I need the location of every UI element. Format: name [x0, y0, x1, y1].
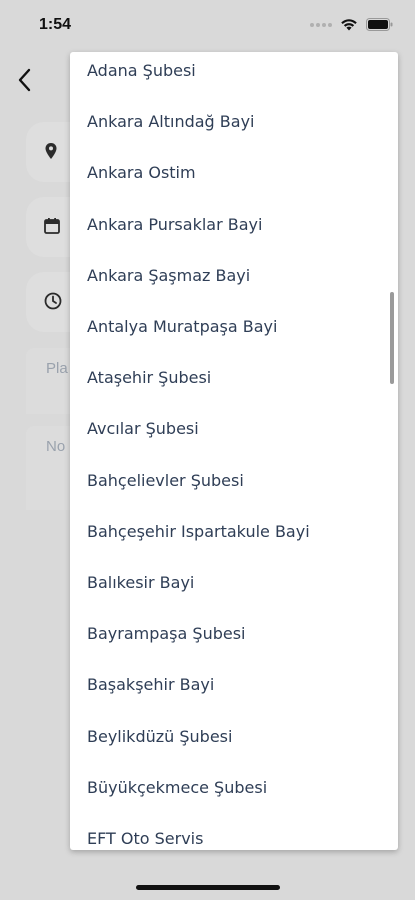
branch-option[interactable]: Bahçeşehir Ispartakule Bayi [70, 506, 398, 557]
branch-option[interactable]: Antalya Muratpaşa Bayi [70, 301, 398, 352]
branch-option[interactable]: Büyükçekmece Şubesi [70, 762, 398, 813]
branch-option[interactable]: Beylikdüzü Şubesi [70, 710, 398, 761]
branch-dropdown-menu[interactable]: Adana Şubesi Ankara Altındağ Bayi Ankara… [70, 52, 398, 850]
home-indicator [136, 885, 280, 890]
wifi-icon [340, 18, 358, 31]
branch-option[interactable]: Avcılar Şubesi [70, 403, 398, 454]
branch-list: Adana Şubesi Ankara Altındağ Bayi Ankara… [70, 52, 398, 850]
branch-option[interactable]: Ankara Ostim [70, 147, 398, 198]
branch-option[interactable]: Ankara Pursaklar Bayi [70, 199, 398, 250]
branch-option[interactable]: Başakşehir Bayi [70, 659, 398, 710]
branch-option[interactable]: Bahçelievler Şubesi [70, 455, 398, 506]
clock-icon [44, 292, 62, 315]
calendar-icon [44, 217, 60, 239]
branch-option[interactable]: Adana Şubesi [70, 52, 398, 96]
status-time: 1:54 [39, 16, 72, 33]
status-icons [310, 18, 393, 31]
chevron-left-icon[interactable] [14, 66, 36, 94]
branch-option[interactable]: Ankara Şaşmaz Bayi [70, 250, 398, 301]
dropdown-scrollbar[interactable] [390, 292, 394, 384]
branch-option[interactable]: Balıkesir Bayi [70, 557, 398, 608]
battery-icon [366, 18, 393, 31]
plate-placeholder: Pla [46, 360, 68, 377]
cellular-signal-icon [310, 22, 332, 27]
note-placeholder: No [46, 438, 66, 455]
branch-option[interactable]: Ataşehir Şubesi [70, 352, 398, 403]
branch-option[interactable]: Ankara Altındağ Bayi [70, 96, 398, 147]
location-pin-icon [44, 142, 58, 165]
branch-option[interactable]: Bayrampaşa Şubesi [70, 608, 398, 659]
status-bar: 1:54 [0, 0, 415, 52]
branch-option[interactable]: EFT Oto Servis [70, 813, 398, 850]
